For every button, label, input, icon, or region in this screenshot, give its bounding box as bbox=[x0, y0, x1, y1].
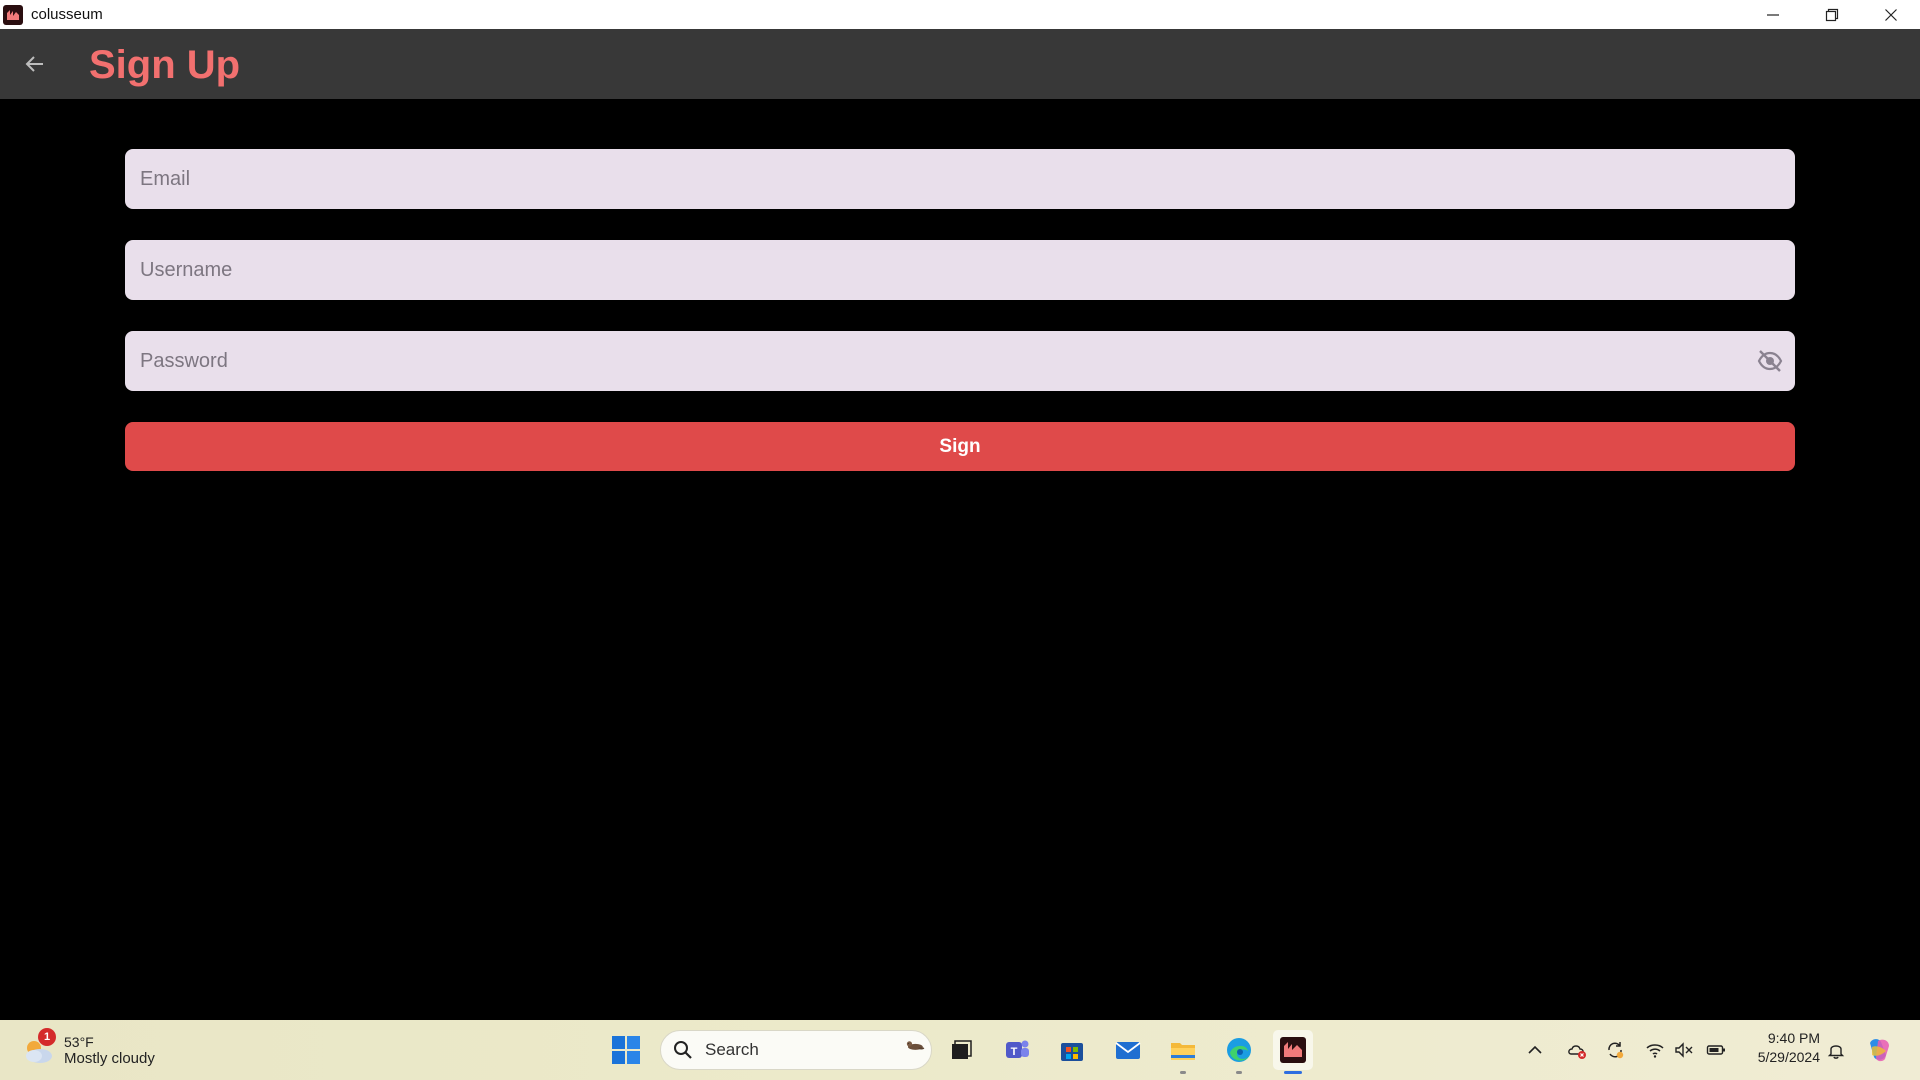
weather-badge: 1 bbox=[38, 1028, 56, 1046]
minimize-icon bbox=[1766, 13, 1779, 16]
app-logo-icon bbox=[3, 4, 23, 25]
username-field-container bbox=[125, 240, 1795, 300]
window-titlebar: colusseum bbox=[0, 0, 1920, 29]
tray-battery[interactable] bbox=[1704, 1030, 1728, 1070]
app-bar: Sign Up bbox=[0, 29, 1920, 99]
bell-icon bbox=[1827, 1045, 1845, 1059]
weather-widget[interactable]: 1 53°F Mostly cloudy bbox=[20, 1028, 170, 1072]
teams-icon: T bbox=[1006, 1040, 1029, 1058]
search-label: Search bbox=[705, 1040, 759, 1059]
weather-text: 53°F Mostly cloudy bbox=[64, 1034, 155, 1067]
running-indicator bbox=[1180, 1071, 1186, 1074]
signup-form: Sign bbox=[125, 149, 1795, 471]
taskbar: 1 53°F Mostly cloudy Search T 9:40 PM 5/… bbox=[0, 1020, 1920, 1080]
page-title: Sign Up bbox=[89, 43, 241, 87]
tray-onedrive[interactable] bbox=[1565, 1030, 1589, 1070]
sign-button[interactable]: Sign bbox=[125, 422, 1795, 471]
start-icon bbox=[612, 1036, 640, 1064]
file-explorer-icon bbox=[1171, 1043, 1195, 1060]
wifi-icon bbox=[1646, 1044, 1664, 1058]
copilot-icon bbox=[1870, 1039, 1889, 1062]
cloud-error-icon bbox=[1568, 1045, 1586, 1059]
password-field[interactable] bbox=[140, 349, 1780, 373]
tray-overflow[interactable] bbox=[1525, 1030, 1545, 1070]
minimize-button[interactable] bbox=[1743, 0, 1802, 29]
taskbar-search[interactable]: Search bbox=[660, 1030, 932, 1070]
search-icon bbox=[674, 1041, 692, 1059]
taskbar-clock[interactable]: 9:40 PM 5/29/2024 bbox=[1740, 1030, 1820, 1065]
taskbar-mail[interactable] bbox=[1108, 1030, 1148, 1070]
battery-icon bbox=[1706, 1045, 1725, 1055]
sync-icon bbox=[1608, 1042, 1624, 1059]
edge-icon bbox=[1227, 1038, 1251, 1062]
active-indicator bbox=[1284, 1071, 1302, 1074]
taskbar-store[interactable] bbox=[1052, 1030, 1092, 1070]
taskbar-file-explorer[interactable] bbox=[1163, 1030, 1203, 1074]
taskbar-colusseum[interactable] bbox=[1273, 1030, 1313, 1074]
arrow-left-icon bbox=[25, 56, 43, 72]
close-button[interactable] bbox=[1861, 0, 1920, 29]
store-icon bbox=[1061, 1043, 1083, 1061]
taskbar-task-view[interactable] bbox=[941, 1030, 981, 1070]
password-field-container bbox=[125, 331, 1795, 391]
window-title: colusseum bbox=[31, 6, 103, 23]
chevron-up-icon bbox=[1528, 1045, 1542, 1054]
clock-time: 9:40 PM bbox=[1767, 1030, 1820, 1046]
colusseum-icon bbox=[1280, 1037, 1306, 1063]
svg-text:T: T bbox=[1011, 1046, 1018, 1058]
email-field[interactable] bbox=[140, 167, 1780, 191]
weather-cloud-icon: 1 bbox=[20, 1028, 56, 1068]
username-field[interactable] bbox=[140, 258, 1780, 282]
clock-date: 5/29/2024 bbox=[1757, 1049, 1820, 1065]
back-button[interactable] bbox=[20, 49, 50, 79]
window-controls bbox=[1743, 0, 1920, 29]
password-visibility-toggle[interactable] bbox=[1755, 346, 1785, 376]
task-view-icon bbox=[952, 1040, 972, 1059]
close-icon bbox=[1884, 8, 1897, 21]
weather-temp: 53°F bbox=[64, 1033, 94, 1050]
restore-button[interactable] bbox=[1802, 0, 1861, 29]
email-field-container bbox=[125, 149, 1795, 209]
tray-copilot[interactable] bbox=[1864, 1030, 1894, 1070]
tray-volume[interactable] bbox=[1672, 1030, 1696, 1070]
running-indicator bbox=[1236, 1071, 1242, 1074]
weather-desc: Mostly cloudy bbox=[64, 1049, 155, 1067]
taskbar-teams[interactable]: T bbox=[997, 1030, 1037, 1070]
eye-off-icon bbox=[1757, 350, 1783, 372]
tray-wifi[interactable] bbox=[1643, 1030, 1667, 1070]
tray-sync[interactable] bbox=[1603, 1030, 1627, 1070]
restore-icon bbox=[1825, 8, 1838, 21]
mail-icon bbox=[1115, 1042, 1141, 1059]
otter-icon bbox=[906, 1041, 925, 1050]
tray-notifications[interactable] bbox=[1824, 1030, 1848, 1070]
start-button[interactable] bbox=[609, 1033, 643, 1067]
volume-muted-icon bbox=[1675, 1042, 1693, 1058]
taskbar-edge[interactable] bbox=[1219, 1030, 1259, 1074]
